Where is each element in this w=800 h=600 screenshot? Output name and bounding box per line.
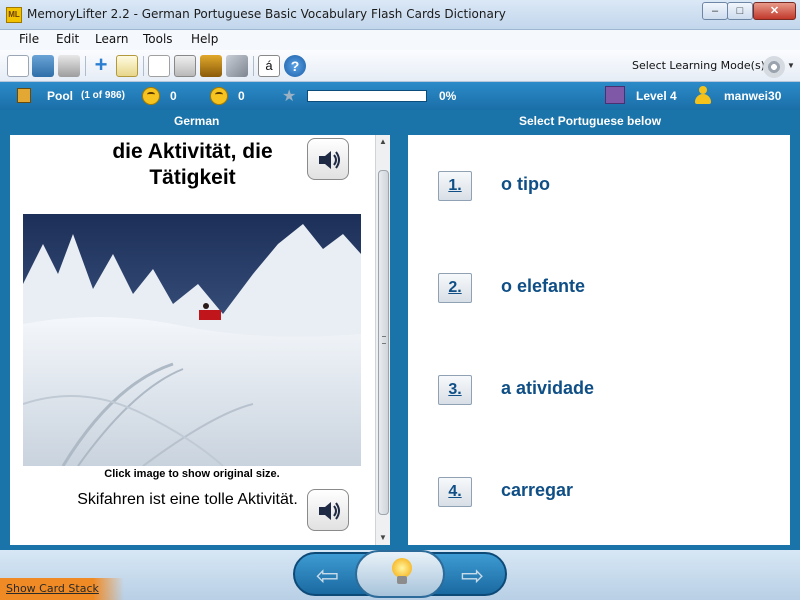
answer-column-header: Select Portuguese below — [519, 114, 662, 128]
chevron-down-icon[interactable]: ▼ — [787, 61, 795, 70]
scroll-up-arrow-icon[interactable]: ▲ — [376, 135, 390, 149]
print-icon[interactable] — [58, 55, 80, 77]
gear-icon[interactable] — [763, 56, 785, 78]
speaker-icon — [319, 502, 340, 520]
wrong-count: 0 — [238, 89, 245, 103]
card-box-icon[interactable] — [200, 55, 222, 77]
pool-label: Pool — [47, 89, 73, 103]
pool-box-icon — [17, 88, 31, 103]
question-image[interactable] — [23, 214, 361, 466]
question-column-header: German — [174, 114, 220, 128]
progress-percent: 0% — [439, 89, 457, 103]
scroll-grip — [382, 336, 386, 344]
toolbar: + á ? Select Learning Mode(s) ▼ — [0, 50, 800, 82]
answer-text[interactable]: o elefante — [501, 276, 585, 297]
scroll-down-arrow-icon[interactable]: ▼ — [376, 531, 390, 545]
tools-icon[interactable] — [226, 55, 248, 77]
status-bar: Pool (1 of 986) 0 0 ★ 0% Level 4 manwei3… — [0, 82, 800, 110]
window-title: MemoryLifter 2.2 - German Portuguese Bas… — [27, 7, 506, 21]
speaker-icon — [319, 151, 340, 169]
vertical-scrollbar[interactable]: ▲ ▼ — [375, 135, 390, 545]
minimize-button[interactable]: – — [702, 2, 728, 20]
show-card-stack-link[interactable]: Show Card Stack — [6, 582, 99, 595]
menu-tools[interactable]: Tools — [143, 32, 173, 46]
main-area: German Select Portuguese below die Aktiv… — [0, 110, 800, 550]
answer-number-button[interactable]: 1. — [438, 171, 472, 201]
sentence-audio-button[interactable] — [307, 489, 349, 531]
username: manwei30 — [724, 89, 782, 103]
level-label: Level 4 — [636, 89, 677, 103]
edit-card-icon[interactable] — [116, 55, 138, 77]
toolbar-separator — [143, 56, 144, 76]
learning-mode-label[interactable]: Select Learning Mode(s) — [632, 59, 765, 72]
toolbar-separator — [85, 56, 86, 76]
question-card: die Aktivität, die Tätigkeit Click image… — [10, 135, 390, 545]
add-card-icon[interactable]: + — [90, 54, 112, 77]
example-sentence: Skifahren ist eine tolle Aktivität. — [77, 491, 298, 508]
forward-arrow-icon[interactable]: ⇨ — [445, 560, 500, 594]
answer-number-button[interactable]: 2. — [438, 273, 472, 303]
answer-number-button[interactable]: 4. — [438, 477, 472, 507]
answer-text[interactable]: carregar — [501, 480, 573, 501]
question-word-text: die Aktivität, die Tätigkeit — [112, 140, 273, 189]
menu-learn[interactable]: Learn — [95, 32, 129, 46]
image-caption: Click image to show original size. — [104, 468, 280, 480]
hint-button[interactable] — [355, 550, 445, 598]
new-file-icon[interactable] — [7, 55, 29, 77]
progress-bar — [307, 90, 427, 102]
back-arrow-icon[interactable]: ⇦ — [300, 560, 355, 594]
menu-edit[interactable]: Edit — [56, 32, 79, 46]
maximize-button[interactable]: □ — [727, 2, 753, 20]
presentation-icon[interactable] — [148, 55, 170, 77]
answer-number-button[interactable]: 3. — [438, 375, 472, 405]
pool-count: (1 of 986) — [81, 90, 125, 101]
correct-count: 0 — [170, 89, 177, 103]
menu-file[interactable]: File — [19, 32, 39, 46]
level-icon — [605, 86, 625, 104]
special-character-icon[interactable]: á — [258, 55, 280, 77]
star-icon: ★ — [282, 88, 297, 105]
toolbar-separator — [253, 56, 254, 76]
record-icon[interactable] — [174, 55, 196, 77]
open-folder-icon[interactable] — [32, 55, 54, 77]
answer-text[interactable]: a atividade — [501, 378, 594, 399]
user-icon — [695, 86, 711, 106]
menu-help[interactable]: Help — [191, 32, 218, 46]
card-stack-tab: Show Card Stack — [0, 578, 124, 600]
help-icon[interactable]: ? — [284, 55, 306, 77]
light-bulb-icon — [392, 558, 412, 584]
snow-scene-image — [23, 214, 361, 466]
title-bar: ML MemoryLifter 2.2 - German Portuguese … — [0, 0, 800, 30]
word-audio-button[interactable] — [307, 138, 349, 180]
scroll-thumb[interactable] — [378, 170, 389, 515]
happy-face-icon — [142, 87, 160, 105]
answer-text[interactable]: o tipo — [501, 174, 550, 195]
menu-bar: File Edit Learn Tools Help — [0, 30, 800, 50]
close-button[interactable]: ✕ — [753, 2, 796, 20]
app-logo-icon: ML — [6, 7, 22, 23]
sad-face-icon — [210, 87, 228, 105]
answer-panel: 1. o tipo 2. o elefante 3. a atividade 4… — [408, 135, 790, 545]
